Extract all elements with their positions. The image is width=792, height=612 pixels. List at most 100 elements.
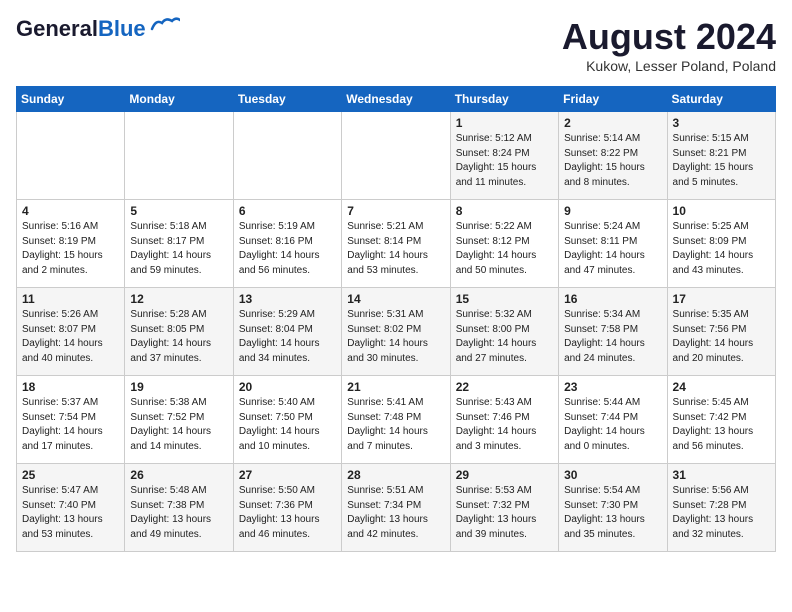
day-info: Sunrise: 5:12 AM Sunset: 8:24 PM Dayligh… xyxy=(456,132,553,190)
day-info: Sunrise: 5:35 AM Sunset: 7:56 PM Dayligh… xyxy=(673,308,770,366)
day-number: 2 xyxy=(564,116,661,130)
day-cell: 10 Sunrise: 5:25 AM Sunset: 8:09 PM Dayli… xyxy=(667,200,775,288)
month-title: August 2024 xyxy=(562,16,776,58)
day-number: 28 xyxy=(347,468,444,482)
day-number: 15 xyxy=(456,292,553,306)
day-number: 30 xyxy=(564,468,661,482)
day-info: Sunrise: 5:25 AM Sunset: 8:09 PM Dayligh… xyxy=(673,220,770,278)
day-info: Sunrise: 5:34 AM Sunset: 7:58 PM Dayligh… xyxy=(564,308,661,366)
day-info: Sunrise: 5:44 AM Sunset: 7:44 PM Dayligh… xyxy=(564,396,661,454)
day-number: 27 xyxy=(239,468,336,482)
day-cell: 20Sunrise: 5:40 AM Sunset: 7:50 PM Dayli… xyxy=(233,376,341,464)
day-cell: 28 Sunrise: 5:51 AM Sunset: 7:34 PM Dayli… xyxy=(342,464,450,552)
day-number: 23 xyxy=(564,380,661,394)
day-info: Sunrise: 5:29 AM Sunset: 8:04 PM Dayligh… xyxy=(239,308,336,366)
day-info: Sunrise: 5:37 AM Sunset: 7:54 PM Dayligh… xyxy=(22,396,119,454)
day-number: 13 xyxy=(239,292,336,306)
day-cell: 7 Sunrise: 5:21 AM Sunset: 8:14 PM Daylig… xyxy=(342,200,450,288)
location: Kukow, Lesser Poland, Poland xyxy=(562,58,776,74)
col-header-monday: Monday xyxy=(125,87,233,112)
day-number: 1 xyxy=(456,116,553,130)
day-cell: 27 Sunrise: 5:50 AM Sunset: 7:36 PM Dayli… xyxy=(233,464,341,552)
day-cell xyxy=(17,112,125,200)
week-row-1: 1 Sunrise: 5:12 AM Sunset: 8:24 PM Daylig… xyxy=(17,112,776,200)
day-info: Sunrise: 5:43 AM Sunset: 7:46 PM Dayligh… xyxy=(456,396,553,454)
day-info: Sunrise: 5:51 AM Sunset: 7:34 PM Dayligh… xyxy=(347,484,444,542)
day-number: 3 xyxy=(673,116,770,130)
day-info: Sunrise: 5:26 AM Sunset: 8:07 PM Dayligh… xyxy=(22,308,119,366)
day-info: Sunrise: 5:19 AM Sunset: 8:16 PM Dayligh… xyxy=(239,220,336,278)
day-info: Sunrise: 5:14 AM Sunset: 8:22 PM Dayligh… xyxy=(564,132,661,190)
day-cell xyxy=(342,112,450,200)
day-info: Sunrise: 5:53 AM Sunset: 7:32 PM Dayligh… xyxy=(456,484,553,542)
day-number: 11 xyxy=(22,292,119,306)
day-cell: 15 Sunrise: 5:32 AM Sunset: 8:00 PM Dayli… xyxy=(450,288,558,376)
day-number: 26 xyxy=(130,468,227,482)
day-info: Sunrise: 5:32 AM Sunset: 8:00 PM Dayligh… xyxy=(456,308,553,366)
day-number: 22 xyxy=(456,380,553,394)
day-number: 21 xyxy=(347,380,444,394)
day-cell: 26 Sunrise: 5:48 AM Sunset: 7:38 PM Dayli… xyxy=(125,464,233,552)
day-cell: 29 Sunrise: 5:53 AM Sunset: 7:32 PM Dayli… xyxy=(450,464,558,552)
day-cell: 19 Sunrise: 5:38 AM Sunset: 7:52 PM Dayli… xyxy=(125,376,233,464)
day-info: Sunrise: 5:18 AM Sunset: 8:17 PM Dayligh… xyxy=(130,220,227,278)
day-info: Sunrise: 5:24 AM Sunset: 8:11 PM Dayligh… xyxy=(564,220,661,278)
day-info: Sunrise: 5:50 AM Sunset: 7:36 PM Dayligh… xyxy=(239,484,336,542)
day-number: 5 xyxy=(130,204,227,218)
logo-blue: Blue xyxy=(98,16,146,42)
day-cell: 31Sunrise: 5:56 AM Sunset: 7:28 PM Dayli… xyxy=(667,464,775,552)
col-header-saturday: Saturday xyxy=(667,87,775,112)
day-cell xyxy=(233,112,341,200)
day-number: 10 xyxy=(673,204,770,218)
day-info: Sunrise: 5:56 AM Sunset: 7:28 PM Dayligh… xyxy=(673,484,770,542)
day-cell: 25 Sunrise: 5:47 AM Sunset: 7:40 PM Dayli… xyxy=(17,464,125,552)
day-number: 8 xyxy=(456,204,553,218)
week-row-3: 11 Sunrise: 5:26 AM Sunset: 8:07 PM Dayli… xyxy=(17,288,776,376)
day-cell: 2 Sunrise: 5:14 AM Sunset: 8:22 PM Daylig… xyxy=(559,112,667,200)
day-cell: 9Sunrise: 5:24 AM Sunset: 8:11 PM Daylig… xyxy=(559,200,667,288)
header-row: SundayMondayTuesdayWednesdayThursdayFrid… xyxy=(17,87,776,112)
day-number: 4 xyxy=(22,204,119,218)
day-number: 17 xyxy=(673,292,770,306)
day-number: 20 xyxy=(239,380,336,394)
day-cell: 30 Sunrise: 5:54 AM Sunset: 7:30 PM Dayli… xyxy=(559,464,667,552)
day-number: 6 xyxy=(239,204,336,218)
day-number: 25 xyxy=(22,468,119,482)
day-info: Sunrise: 5:45 AM Sunset: 7:42 PM Dayligh… xyxy=(673,396,770,454)
title-block: August 2024 Kukow, Lesser Poland, Poland xyxy=(562,16,776,74)
col-header-sunday: Sunday xyxy=(17,87,125,112)
day-cell: 5 Sunrise: 5:18 AM Sunset: 8:17 PM Daylig… xyxy=(125,200,233,288)
day-cell: 14 Sunrise: 5:31 AM Sunset: 8:02 PM Dayli… xyxy=(342,288,450,376)
day-number: 24 xyxy=(673,380,770,394)
day-number: 29 xyxy=(456,468,553,482)
logo: General Blue xyxy=(16,16,180,42)
day-cell: 11 Sunrise: 5:26 AM Sunset: 8:07 PM Dayli… xyxy=(17,288,125,376)
week-row-5: 25 Sunrise: 5:47 AM Sunset: 7:40 PM Dayli… xyxy=(17,464,776,552)
day-cell: 13 Sunrise: 5:29 AM Sunset: 8:04 PM Dayli… xyxy=(233,288,341,376)
day-cell: 6 Sunrise: 5:19 AM Sunset: 8:16 PM Daylig… xyxy=(233,200,341,288)
day-info: Sunrise: 5:54 AM Sunset: 7:30 PM Dayligh… xyxy=(564,484,661,542)
day-cell: 1 Sunrise: 5:12 AM Sunset: 8:24 PM Daylig… xyxy=(450,112,558,200)
day-number: 7 xyxy=(347,204,444,218)
calendar-table: SundayMondayTuesdayWednesdayThursdayFrid… xyxy=(16,86,776,552)
day-info: Sunrise: 5:47 AM Sunset: 7:40 PM Dayligh… xyxy=(22,484,119,542)
day-cell: 16 Sunrise: 5:34 AM Sunset: 7:58 PM Dayli… xyxy=(559,288,667,376)
day-cell: 3 Sunrise: 5:15 AM Sunset: 8:21 PM Daylig… xyxy=(667,112,775,200)
col-header-thursday: Thursday xyxy=(450,87,558,112)
day-info: Sunrise: 5:38 AM Sunset: 7:52 PM Dayligh… xyxy=(130,396,227,454)
day-number: 16 xyxy=(564,292,661,306)
day-info: Sunrise: 5:48 AM Sunset: 7:38 PM Dayligh… xyxy=(130,484,227,542)
day-cell: 18Sunrise: 5:37 AM Sunset: 7:54 PM Dayli… xyxy=(17,376,125,464)
day-info: Sunrise: 5:15 AM Sunset: 8:21 PM Dayligh… xyxy=(673,132,770,190)
page-header: General Blue August 2024 Kukow, Lesser P… xyxy=(16,16,776,74)
day-info: Sunrise: 5:28 AM Sunset: 8:05 PM Dayligh… xyxy=(130,308,227,366)
day-cell: 4Sunrise: 5:16 AM Sunset: 8:19 PM Daylig… xyxy=(17,200,125,288)
day-cell: 17 Sunrise: 5:35 AM Sunset: 7:56 PM Dayli… xyxy=(667,288,775,376)
day-cell xyxy=(125,112,233,200)
week-row-4: 18Sunrise: 5:37 AM Sunset: 7:54 PM Dayli… xyxy=(17,376,776,464)
day-info: Sunrise: 5:21 AM Sunset: 8:14 PM Dayligh… xyxy=(347,220,444,278)
day-info: Sunrise: 5:41 AM Sunset: 7:48 PM Dayligh… xyxy=(347,396,444,454)
day-info: Sunrise: 5:31 AM Sunset: 8:02 PM Dayligh… xyxy=(347,308,444,366)
day-number: 14 xyxy=(347,292,444,306)
day-number: 19 xyxy=(130,380,227,394)
